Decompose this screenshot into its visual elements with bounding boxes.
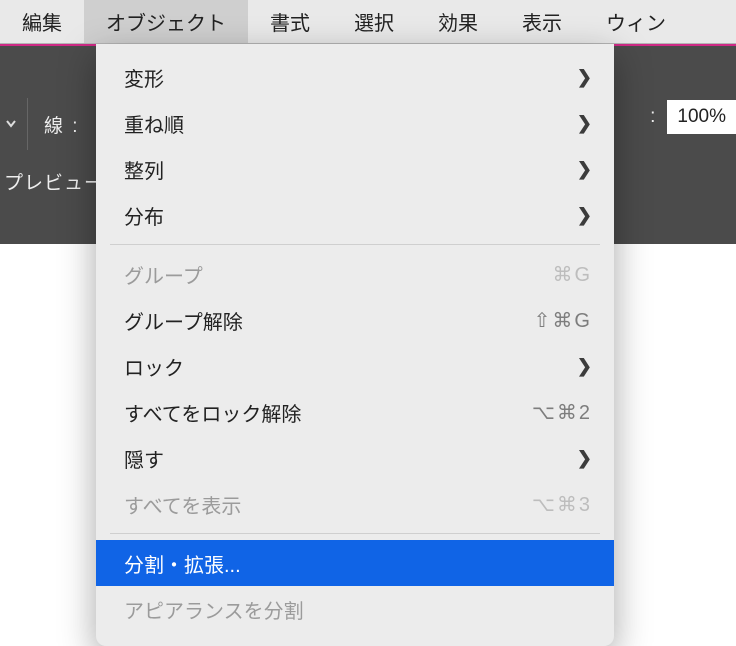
menu-item-expand-appearance: アピアランスを分割 bbox=[96, 586, 614, 632]
chevron-right-icon: ❯ bbox=[577, 205, 592, 226]
chevron-right-icon: ❯ bbox=[577, 159, 592, 180]
menu-item-transform[interactable]: 変形 ❯ bbox=[96, 54, 614, 100]
menu-item-align[interactable]: 整列 ❯ bbox=[96, 146, 614, 192]
chevron-right-icon: ❯ bbox=[577, 67, 592, 88]
menubar: 編集 オブジェクト 書式 選択 効果 表示 ウィン bbox=[0, 0, 736, 44]
chevron-right-icon: ❯ bbox=[577, 356, 592, 377]
menu-format[interactable]: 書式 bbox=[248, 0, 332, 43]
menu-edit[interactable]: 編集 bbox=[0, 0, 84, 43]
shortcut-label: ⇧⌘G bbox=[534, 308, 592, 333]
shortcut-label: ⌘G bbox=[552, 262, 592, 287]
opacity-colon: : bbox=[650, 106, 667, 128]
menu-item-lock[interactable]: ロック ❯ bbox=[96, 343, 614, 389]
chevron-right-icon: ❯ bbox=[577, 448, 592, 469]
menu-item-distribute[interactable]: 分布 ❯ bbox=[96, 192, 614, 238]
opacity-section: : 100% bbox=[650, 100, 736, 134]
menu-object[interactable]: オブジェクト bbox=[84, 0, 248, 43]
object-menu-dropdown: 変形 ❯ 重ね順 ❯ 整列 ❯ 分布 ❯ グループ ⌘G グループ解除 ⇧⌘G … bbox=[96, 44, 614, 646]
menu-item-arrange[interactable]: 重ね順 ❯ bbox=[96, 100, 614, 146]
stroke-dropdown-chevron-icon[interactable] bbox=[0, 98, 28, 150]
menu-item-show-all: すべてを表示 ⌥⌘3 bbox=[96, 481, 614, 527]
menu-item-group: グループ ⌘G bbox=[96, 251, 614, 297]
menu-separator bbox=[110, 533, 600, 534]
preview-label: プレビュー bbox=[0, 168, 104, 195]
menu-separator bbox=[110, 244, 600, 245]
menu-view[interactable]: 表示 bbox=[500, 0, 584, 43]
menu-select[interactable]: 選択 bbox=[332, 0, 416, 43]
opacity-input[interactable]: 100% bbox=[667, 100, 736, 134]
menu-item-hide[interactable]: 隠す ❯ bbox=[96, 435, 614, 481]
menu-item-ungroup[interactable]: グループ解除 ⇧⌘G bbox=[96, 297, 614, 343]
menu-effect[interactable]: 効果 bbox=[416, 0, 500, 43]
shortcut-label: ⌥⌘3 bbox=[532, 492, 592, 517]
stroke-section: 線 : bbox=[0, 98, 88, 150]
chevron-right-icon: ❯ bbox=[577, 113, 592, 134]
menu-item-expand[interactable]: 分割・拡張... bbox=[96, 540, 614, 586]
menu-item-unlock-all[interactable]: すべてをロック解除 ⌥⌘2 bbox=[96, 389, 614, 435]
stroke-label: 線 : bbox=[28, 111, 88, 138]
shortcut-label: ⌥⌘2 bbox=[532, 400, 592, 425]
menu-window[interactable]: ウィン bbox=[584, 0, 666, 43]
